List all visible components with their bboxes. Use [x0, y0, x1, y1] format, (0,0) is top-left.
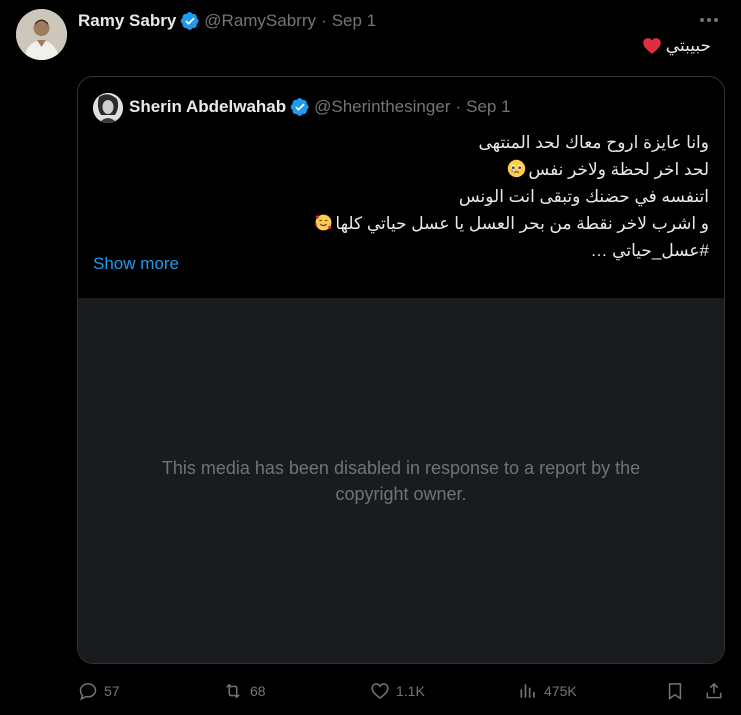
quoted-author-name[interactable]: Sherin Abdelwahab	[129, 97, 286, 117]
analytics-icon	[520, 684, 535, 698]
like-button[interactable]: 1.1K	[370, 681, 425, 701]
quoted-text-line-row: لحد اخر لحظة ولاخر نفس	[99, 156, 709, 183]
author-handle[interactable]: @RamySabrry	[204, 11, 316, 31]
quoted-tweet-card[interactable]: Sherin Abdelwahab @Sherinthesinger · Sep…	[77, 76, 725, 664]
heart-outline-icon	[371, 683, 389, 700]
reply-button[interactable]: 57	[78, 681, 120, 701]
views-count: 475K	[544, 683, 577, 699]
tweet-date[interactable]: Sep 1	[332, 11, 376, 31]
author-name[interactable]: Ramy Sabry	[78, 11, 176, 31]
tweet-header: Ramy Sabry @RamySabrry · Sep 1	[78, 9, 376, 33]
red-heart-icon	[642, 36, 662, 56]
quoted-text-line-row: و اشرب لاخر نقطة من بحر العسل يا عسل حيا…	[99, 210, 709, 237]
tweet-text: حبيبتي	[642, 36, 711, 56]
repost-button[interactable]: 68	[222, 681, 266, 701]
repost-count: 68	[250, 683, 266, 699]
more-dots-icon	[700, 18, 718, 22]
quoted-tweet-header: Sherin Abdelwahab @Sherinthesinger · Sep…	[129, 95, 511, 119]
media-disabled-message: This media has been disabled in response…	[161, 457, 641, 504]
views-button[interactable]: 475K	[518, 681, 577, 701]
quoted-text-line: و اشرب لاخر نقطة من بحر العسل يا عسل حيا…	[335, 214, 709, 233]
separator: ·	[321, 11, 327, 30]
more-options-button[interactable]	[697, 10, 721, 30]
verified-badge-icon	[180, 11, 200, 31]
quoted-text-line: لحد اخر لحظة ولاخر نفس	[528, 160, 709, 179]
reply-icon	[79, 683, 97, 701]
repost-icon	[226, 683, 240, 699]
quoted-text-line: #عسل_حياتي …	[590, 241, 709, 260]
bookmark-icon	[668, 683, 682, 700]
quoted-author-avatar[interactable]	[93, 93, 123, 123]
quoted-text-line: اتنفسه في حضنك وتبقى انت الونس	[458, 187, 709, 206]
quoted-author-handle[interactable]: @Sherinthesinger	[314, 97, 450, 117]
show-more-link[interactable]: Show more	[93, 254, 179, 274]
disabled-media-placeholder: This media has been disabled in response…	[78, 298, 724, 663]
smiling-face-with-hearts-icon	[314, 213, 333, 232]
reply-count: 57	[104, 683, 120, 699]
author-avatar[interactable]	[16, 9, 67, 60]
like-count: 1.1K	[396, 683, 425, 699]
share-icon	[706, 682, 722, 699]
quoted-text-line: وانا عايزة اروح معاك لحد المنتهى	[478, 133, 710, 152]
quoted-separator: ·	[455, 97, 462, 116]
tweet-action-bar: 57 68 1.1K 475K	[0, 675, 741, 707]
teary-face-icon	[507, 159, 526, 178]
share-button[interactable]	[704, 681, 724, 701]
bookmark-button[interactable]	[665, 681, 685, 701]
quoted-tweet-text: وانا عايزة اروح معاك لحد المنتهى لحد اخر…	[99, 129, 709, 264]
quoted-verified-badge-icon	[290, 97, 310, 117]
quoted-tweet-date[interactable]: Sep 1	[466, 97, 510, 117]
tweet-text-content: حبيبتي	[665, 36, 711, 55]
